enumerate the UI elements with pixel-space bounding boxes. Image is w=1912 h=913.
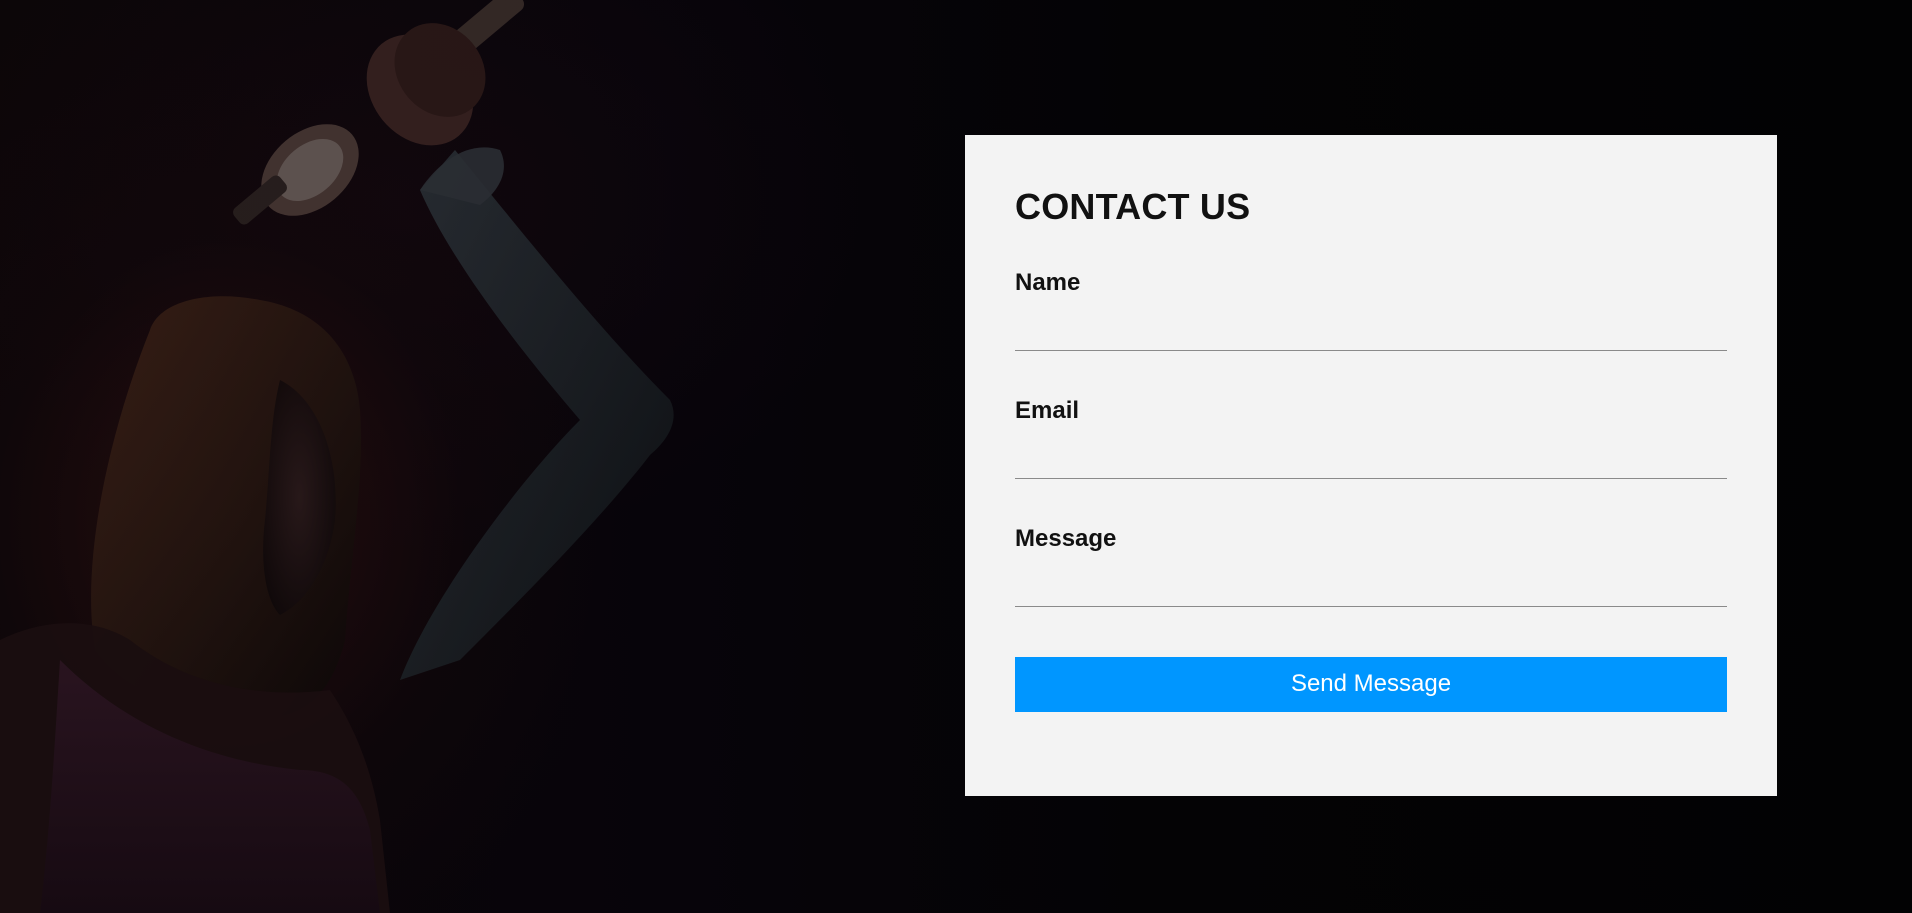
name-field-group: Name [1015,268,1727,351]
name-label: Name [1015,268,1081,296]
send-message-button[interactable]: Send Message [1015,656,1727,712]
message-field-group: Message [1015,524,1727,607]
message-label: Message [1015,524,1117,552]
email-field-group: Email [1015,396,1727,479]
hero-section: CONTACT US Name Email Message Send Messa… [0,0,1912,913]
name-input[interactable] [1015,306,1727,351]
contact-card: CONTACT US Name Email Message Send Messa… [965,135,1777,796]
woman-lifting-dumbbell-image [0,0,674,913]
email-input[interactable] [1015,434,1727,479]
contact-title: CONTACT US [1015,186,1251,227]
message-input[interactable] [1015,562,1727,607]
email-label: Email [1015,396,1080,424]
